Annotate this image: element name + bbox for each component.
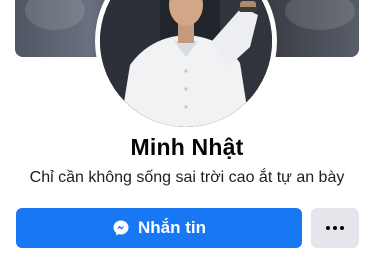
- profile-name: Minh Nhật: [130, 134, 244, 160]
- messenger-icon: [112, 219, 130, 237]
- more-options-button[interactable]: [311, 208, 359, 248]
- more-dots-icon: [326, 226, 344, 230]
- message-button[interactable]: Nhắn tin: [16, 208, 302, 248]
- profile-bio: Chỉ cần không sống sai trời cao ắt tự an…: [29, 169, 345, 186]
- profile-page: Minh Nhật Chỉ cần không sống sai trời ca…: [0, 0, 374, 257]
- message-button-label: Nhắn tin: [138, 218, 206, 237]
